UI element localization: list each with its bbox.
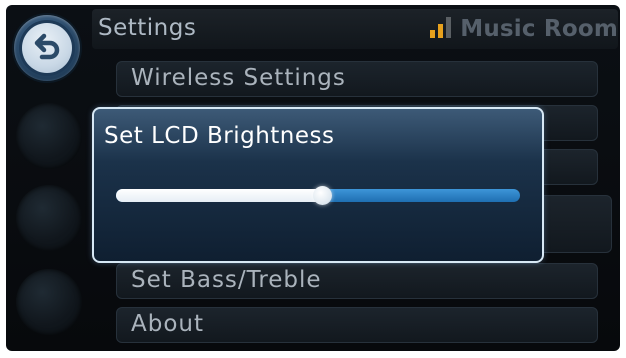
page-title: Settings (98, 15, 197, 41)
menu-item-label: Set Bass/Treble (131, 267, 322, 293)
rail-button-4[interactable] (16, 269, 82, 335)
brightness-slider[interactable] (116, 186, 520, 205)
screen: Settings Music Room Wireless Settings Se… (0, 0, 626, 358)
rail-button-2[interactable] (16, 103, 82, 169)
back-arrow-icon (22, 23, 72, 73)
dialog-title: Set LCD Brightness (104, 123, 335, 149)
rail-button-3[interactable] (16, 185, 82, 251)
room-indicator: Music Room (430, 15, 618, 43)
menu-item-about[interactable]: About (116, 307, 598, 343)
menu-item-wireless-settings[interactable]: Wireless Settings (116, 61, 598, 97)
brightness-slider-fill (116, 189, 322, 202)
back-button[interactable] (14, 15, 80, 81)
brightness-dialog: Set LCD Brightness (92, 107, 544, 263)
menu-item-set-bass-treble[interactable]: Set Bass/Treble (116, 263, 598, 299)
room-name: Music Room (460, 16, 618, 42)
menu-item-label: About (131, 311, 205, 337)
header-bar: Settings Music Room (92, 9, 618, 49)
menu-item-label: Wireless Settings (131, 65, 346, 91)
signal-bars-icon (430, 15, 452, 43)
brightness-slider-thumb[interactable] (313, 186, 332, 205)
lcd-display: Settings Music Room Wireless Settings Se… (6, 5, 620, 351)
